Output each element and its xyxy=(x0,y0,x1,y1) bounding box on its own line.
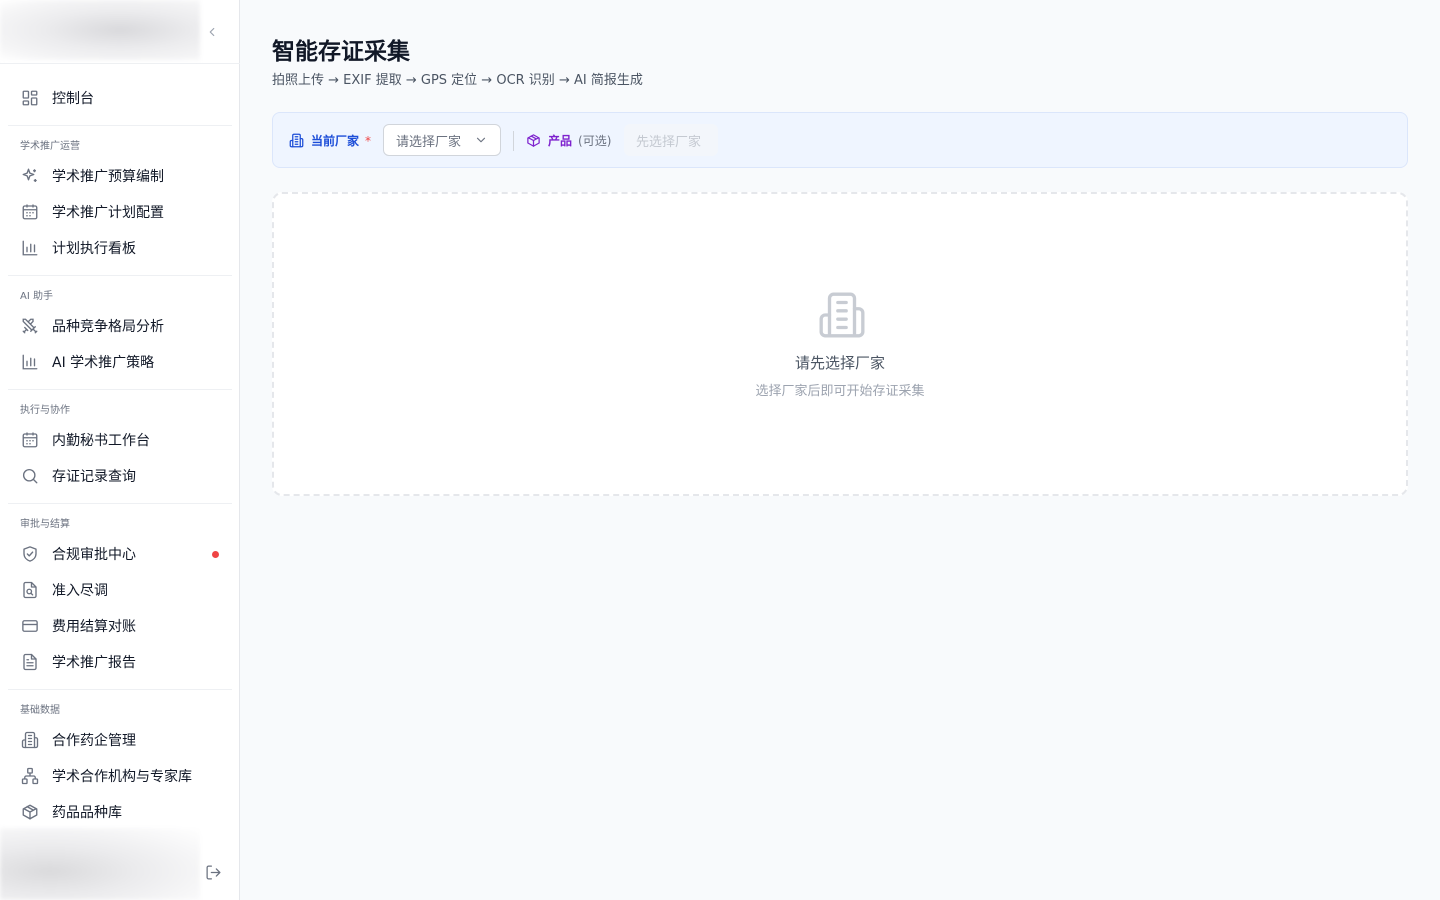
brand-area xyxy=(0,0,240,64)
sidebar-item-label: 学术推广预算编制 xyxy=(52,169,164,185)
sidebar-item-label: 合作药企管理 xyxy=(52,733,136,749)
empty-state-description: 选择厂家后即可开始存证采集 xyxy=(755,384,925,399)
sidebar-nav: 控制台 学术推广运营 学术推广预算编制 学术推广计划配置 计划执行看板 AI 助… xyxy=(8,80,232,830)
building-icon xyxy=(289,133,305,149)
required-mark: * xyxy=(365,133,372,148)
nav-divider xyxy=(8,275,232,276)
building-icon xyxy=(20,730,40,750)
chevron-down-icon xyxy=(476,137,486,143)
calendar-icon xyxy=(20,430,40,450)
logout-icon xyxy=(205,864,221,880)
sidebar-item-ai-strategy[interactable]: AI 学术推广策略 xyxy=(8,344,232,380)
sidebar-item-label: 费用结算对账 xyxy=(52,619,136,635)
search-icon xyxy=(20,466,40,486)
brand-logo xyxy=(0,0,200,60)
sidebar-item-label: 准入尽调 xyxy=(52,583,108,599)
file-text-icon xyxy=(20,652,40,672)
nav-divider xyxy=(8,689,232,690)
filter-bar: 当前厂家 * 请选择厂家 产品 (可选) 先选择厂家 xyxy=(272,112,1408,168)
product-select[interactable]: 先选择厂家 xyxy=(624,124,718,156)
sidebar-item-label: 药品品种库 xyxy=(52,805,122,821)
empty-state-panel: 请先选择厂家 选择厂家后即可开始存证采集 xyxy=(272,192,1408,496)
empty-state-title: 请先选择厂家 xyxy=(794,354,885,372)
nav-group-title: 基础数据 xyxy=(20,705,60,716)
user-avatar-area[interactable] xyxy=(0,828,200,900)
bar-chart-icon xyxy=(20,352,40,372)
network-icon xyxy=(20,766,40,786)
sidebar-item-dashboard[interactable]: 控制台 xyxy=(8,80,232,116)
filter-divider xyxy=(513,131,514,151)
vendor-select[interactable]: 请选择厂家 xyxy=(383,124,501,156)
collapse-sidebar-button[interactable] xyxy=(202,22,222,42)
sidebar-item-label: 合规审批中心 xyxy=(52,547,136,563)
layout-grid-icon xyxy=(20,88,40,108)
sidebar-item-label: 学术合作机构与专家库 xyxy=(52,769,192,785)
notification-badge xyxy=(212,551,219,558)
sidebar-item-compliance[interactable]: 合规审批中心 xyxy=(8,536,232,572)
nav-group-title: 审批与结算 xyxy=(20,519,70,530)
sidebar-item-secretary[interactable]: 内勤秘书工作台 xyxy=(8,422,232,458)
sidebar-item-drug-library[interactable]: 药品品种库 xyxy=(8,794,232,830)
product-select-placeholder: 先选择厂家 xyxy=(636,134,702,150)
nav-group-title: 学术推广运营 xyxy=(20,141,80,152)
page-title: 智能存证采集 xyxy=(272,39,410,65)
calendar-icon xyxy=(20,202,40,222)
vendor-select-placeholder: 请选择厂家 xyxy=(396,134,462,150)
nav-group-title: AI 助手 xyxy=(20,291,53,302)
sidebar-item-label: 存证记录查询 xyxy=(52,469,136,485)
vendor-label-text: 当前厂家 xyxy=(311,134,360,148)
package-icon xyxy=(20,802,40,822)
sidebar-item-experts[interactable]: 学术合作机构与专家库 xyxy=(8,758,232,794)
shield-check-icon xyxy=(20,544,40,564)
chevron-left-icon xyxy=(209,27,215,37)
sidebar-item-label: 内勤秘书工作台 xyxy=(52,433,150,449)
sidebar-item-budget[interactable]: 学术推广预算编制 xyxy=(8,158,232,194)
credit-card-icon xyxy=(20,616,40,636)
sidebar-item-report[interactable]: 学术推广报告 xyxy=(8,644,232,680)
bar-chart-icon xyxy=(20,238,40,258)
sidebar-item-label: 控制台 xyxy=(52,91,94,107)
sidebar-item-pharma-partners[interactable]: 合作药企管理 xyxy=(8,722,232,758)
product-label-text: 产品 xyxy=(548,134,573,148)
vendor-label: 当前厂家 * xyxy=(289,132,371,149)
building-icon xyxy=(819,292,865,338)
sidebar-item-due-diligence[interactable]: 准入尽调 xyxy=(8,572,232,608)
sidebar-item-label: 学术推广报告 xyxy=(52,655,136,671)
nav-divider xyxy=(8,503,232,504)
main-content: 智能存证采集 拍照上传 → EXIF 提取 → GPS 定位 → OCR 识别 … xyxy=(240,0,1440,900)
sparkles-icon xyxy=(20,166,40,186)
sidebar-item-competition[interactable]: 品种竞争格局分析 xyxy=(8,308,232,344)
sidebar-item-label: 计划执行看板 xyxy=(52,241,136,257)
swords-icon xyxy=(20,316,40,336)
package-icon xyxy=(526,133,542,149)
file-search-icon xyxy=(20,580,40,600)
sidebar-item-plan-config[interactable]: 学术推广计划配置 xyxy=(8,194,232,230)
optional-hint: (可选) xyxy=(578,134,612,148)
sidebar-item-settlement[interactable]: 费用结算对账 xyxy=(8,608,232,644)
sidebar-item-evidence-query[interactable]: 存证记录查询 xyxy=(8,458,232,494)
product-label: 产品 (可选) xyxy=(526,132,611,149)
page-subtitle: 拍照上传 → EXIF 提取 → GPS 定位 → OCR 识别 → AI 简报… xyxy=(272,73,643,88)
nav-group-title: 执行与协作 xyxy=(20,405,70,416)
sidebar-item-execution-board[interactable]: 计划执行看板 xyxy=(8,230,232,266)
sidebar-item-label: AI 学术推广策略 xyxy=(52,355,155,371)
nav-divider xyxy=(8,125,232,126)
sidebar-item-label: 学术推广计划配置 xyxy=(52,205,164,221)
nav-divider xyxy=(8,389,232,390)
sidebar: 控制台 学术推广运营 学术推广预算编制 学术推广计划配置 计划执行看板 AI 助… xyxy=(0,0,240,900)
logout-button[interactable] xyxy=(203,862,223,882)
sidebar-item-label: 品种竞争格局分析 xyxy=(52,319,164,335)
